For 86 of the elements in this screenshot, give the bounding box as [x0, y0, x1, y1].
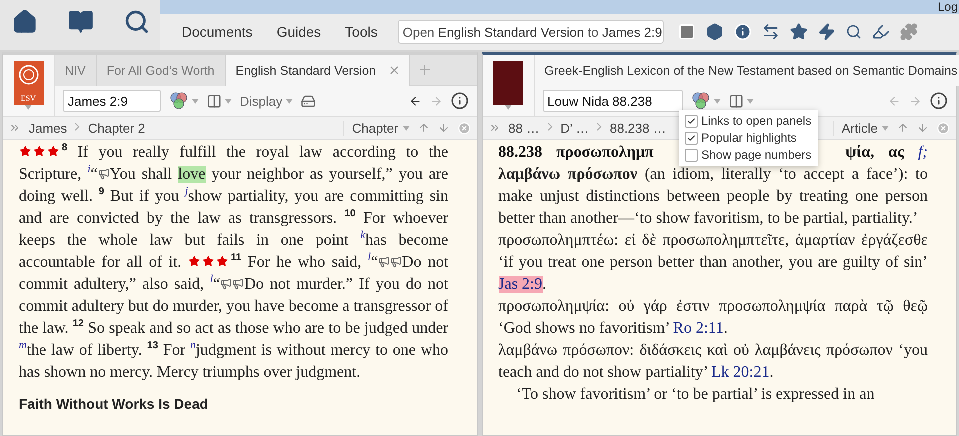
checkbox[interactable]: [684, 132, 698, 144]
megaphone-icon[interactable]: [220, 278, 232, 290]
headword-text: 88.238: [498, 143, 542, 163]
close-icon[interactable]: [390, 66, 400, 75]
checkbox[interactable]: [684, 114, 698, 128]
caret-icon: [286, 98, 293, 104]
chevron-icon: [548, 123, 553, 131]
headword-text: ψία,: [846, 143, 875, 163]
caret-icon: [192, 98, 199, 104]
body-text: προσωπολημψία: οὐ γάρ ἐστιν προσωπολημψία παρὰ τῷ θεῷ ‘God shows no favoritism’ Ro 2:11.: [498, 297, 928, 339]
highlighter-icon[interactable]: [872, 23, 890, 41]
drive-icon[interactable]: [300, 94, 316, 108]
section-heading: Faith Without Works Is Dead: [19, 395, 210, 414]
star-icon: [19, 145, 32, 158]
chevron-icon: [596, 123, 602, 131]
reference-link[interactable]: Jas 2:9: [498, 276, 542, 293]
headword-text: ας: [888, 143, 904, 163]
book-icon[interactable]: [68, 9, 94, 35]
breadcrumb-link[interactable]: 88.238 …: [610, 120, 666, 136]
breadcrumb-link[interactable]: D’ …: [560, 120, 589, 136]
overlapping-circles-icon: [169, 92, 189, 110]
reference-link[interactable]: Ro 2:11: [673, 320, 724, 337]
caret-icon: [746, 98, 754, 104]
highlights-button[interactable]: [169, 92, 199, 110]
search-icon[interactable]: [124, 9, 150, 35]
body-text: ‘To show favoritism’ or ‘to be partial’ is expressed in an: [516, 385, 876, 405]
info-icon[interactable]: [930, 92, 948, 110]
menu-item[interactable]: Show page numbers: [684, 148, 812, 162]
star-icon: [202, 255, 216, 268]
footnote-link[interactable]: n: [190, 340, 196, 352]
scope-dropdown[interactable]: Chapter: [343, 120, 410, 136]
star-icon: [216, 255, 230, 268]
reference-field[interactable]: Louw Nida 88.238: [542, 90, 682, 112]
checkbox[interactable]: [684, 148, 698, 162]
menu-item[interactable]: Links to open panels: [684, 114, 812, 128]
megaphone-icon[interactable]: [98, 168, 110, 180]
footnote-link[interactable]: i: [88, 164, 91, 176]
breadcrumb-link[interactable]: James: [29, 120, 68, 136]
columns-button[interactable]: [728, 94, 754, 108]
tab[interactable]: English Standard Version: [226, 55, 410, 86]
info-icon[interactable]: [450, 92, 468, 110]
display-button[interactable]: Display: [240, 94, 293, 108]
book-cover[interactable]: ESV: [14, 61, 44, 105]
home-icon[interactable]: [12, 9, 38, 35]
body-text: λαμβάνω πρόσωπον: διδάσκεις καὶ οὐ λαμβάνεις πρόσωπον ‘you teach and do not show partiality’ Lk 20:21.: [498, 341, 928, 383]
menu-item[interactable]: Tools: [335, 24, 388, 40]
footnote-link[interactable]: m: [19, 340, 27, 352]
app-title: Log: [938, 0, 959, 14]
hexagon-icon[interactable]: [706, 23, 724, 41]
menu-item[interactable]: Documents: [172, 24, 263, 40]
columns-button[interactable]: [207, 94, 232, 108]
overlapping-circles-icon: [690, 92, 710, 110]
tab[interactable]: Greek-English Lexicon of the New Testament based on Semantic Domains: [534, 55, 959, 86]
body-text: $^{8}$ If you really fulfill the royal law according to the Scripture, $^{i}$“ You shall love your neighbor as yourself,” you are doing well. $^{9}$ But if you $^{j}$show partiality, you are committing sin and are convicted by the law as transgressors. $^{10}$ For whoever keeps the whole law but fails in one point $^{k}$has become accountable for all of it. $^{11}$ For he who said, $^{l}$“ Do not commit adultery,” also said, $^{l}$“ Do not murder.” If you do not commit adultery but do murder, you have become a transgressor of the law. $^{12}$ So speak and so act as those who are to be judged under $^{m}$the law of liberty. $^{13}$ For $^{n}$judgment is without mercy to one who has shown no mercy. Mercy triumphs over judgment.: [19, 142, 448, 383]
caret-icon: [882, 126, 889, 130]
caret-icon: [714, 98, 720, 104]
megaphone-icon[interactable]: [232, 278, 244, 290]
footnote-link[interactable]: l: [368, 252, 372, 264]
star-icon: [33, 145, 46, 158]
highlights-button[interactable]: [690, 92, 720, 110]
footnote-link[interactable]: f;: [918, 142, 928, 164]
headword-text: προσωπολημπ: [556, 143, 654, 163]
lightning-icon[interactable]: [818, 23, 836, 41]
back-arrow-icon[interactable]: [408, 94, 422, 108]
star-icon: [188, 255, 202, 268]
footnote-link[interactable]: l: [210, 274, 214, 286]
chevron-icon: [75, 123, 80, 131]
reference-field[interactable]: James 2:9: [63, 90, 161, 112]
command-field[interactable]: Open English Standard Version to James 2:9: [398, 20, 664, 44]
star-icon[interactable]: [790, 23, 808, 41]
footnote-link[interactable]: j: [185, 186, 188, 198]
caret-icon: [225, 98, 232, 104]
menu-item[interactable]: Guides: [266, 24, 332, 40]
megaphone-icon[interactable]: [390, 256, 402, 268]
scope-dropdown[interactable]: Article: [832, 120, 889, 136]
reference-link[interactable]: Lk 20:21: [711, 364, 770, 381]
body-text: προσωπολημπτέω: εἰ δὲ προσωπολημπτεῖτε, ἁμαρτίαν ἐργάζεσθε ‘if you treat one person better than another, you are guilty of sin’ Jas 2:9.: [498, 231, 928, 295]
caret-icon: [402, 126, 410, 130]
star-icon: [47, 145, 60, 158]
megaphone-icon[interactable]: [378, 256, 390, 268]
search-icon[interactable]: [846, 24, 862, 40]
swap-arrows-icon[interactable]: [762, 23, 780, 41]
footnote-link[interactable]: k: [360, 230, 366, 242]
menu-item[interactable]: Popular highlights: [684, 131, 812, 145]
breadcrumb-link[interactable]: 88 …: [508, 120, 540, 136]
breadcrumb-link[interactable]: Chapter 2: [88, 120, 146, 136]
